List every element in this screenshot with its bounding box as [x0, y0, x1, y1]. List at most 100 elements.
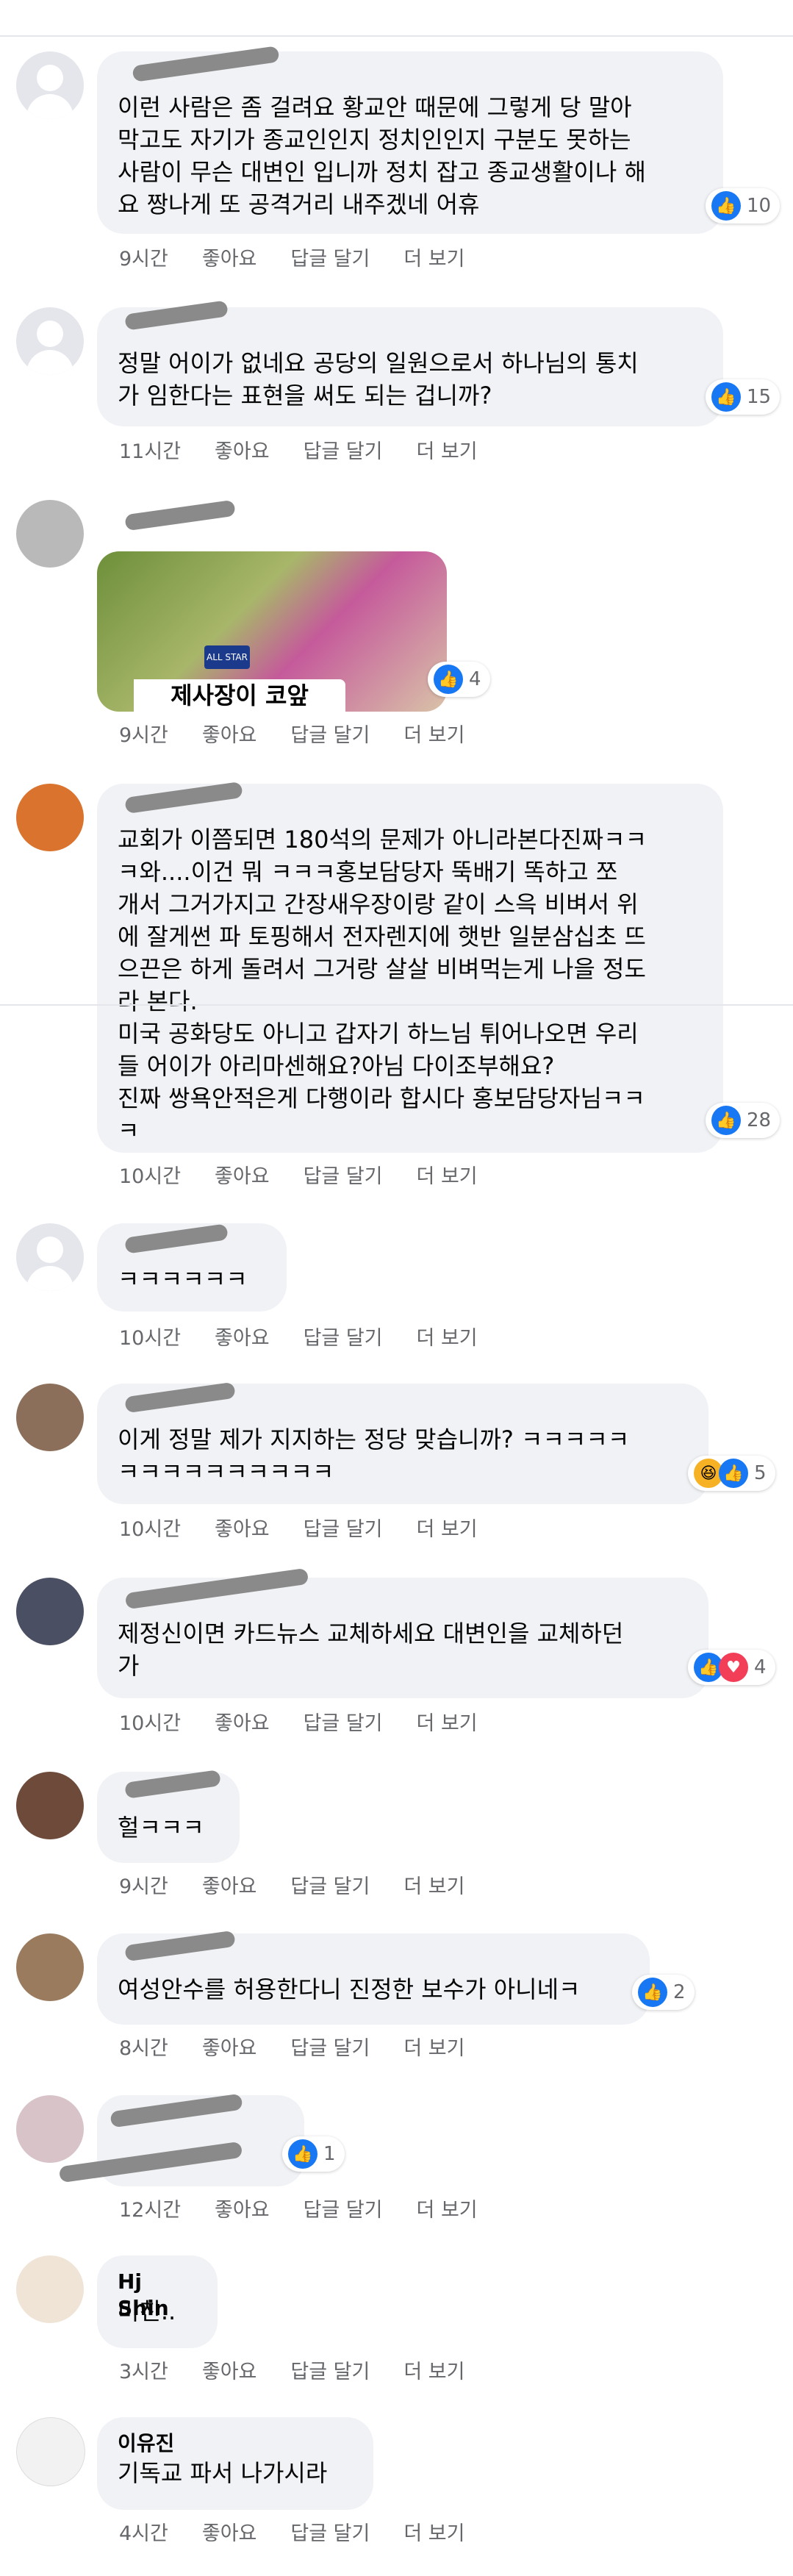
comment-actions: 12시간 좋아요 답글 달기 더 보기 [119, 2194, 478, 2222]
like-icon: 👍 [711, 382, 741, 412]
avatar[interactable] [16, 2095, 84, 2163]
comment-time: 9시간 [119, 724, 168, 747]
reply-button[interactable]: 답글 달기 [290, 2517, 370, 2546]
like-button[interactable]: 좋아요 [202, 2517, 257, 2546]
comment-time: 9시간 [119, 1875, 168, 1898]
like-button[interactable]: 좋아요 [202, 1870, 257, 1899]
comment-actions: 9시간 좋아요 답글 달기 더 보기 [119, 1870, 464, 1899]
more-button[interactable]: 더 보기 [403, 2355, 464, 2384]
avatar[interactable] [16, 1933, 84, 2001]
avatar[interactable] [16, 51, 84, 119]
reaction-badge[interactable]: 👍 28 [706, 1103, 781, 1138]
image-caption: 제사장이 코앞 [134, 679, 345, 712]
comment-actions: 10시간 좋아요 답글 달기 더 보기 [119, 1513, 478, 1542]
reply-button[interactable]: 답글 달기 [290, 2355, 370, 2384]
like-button[interactable]: 좋아요 [202, 243, 257, 271]
comment-actions: 10시간 좋아요 답글 달기 더 보기 [119, 1707, 478, 1736]
comment-time: 10시간 [119, 1518, 182, 1541]
comment-image[interactable]: ALL STAR 제사장이 코앞 [97, 551, 447, 712]
comment-author[interactable] [118, 321, 703, 347]
more-button[interactable]: 더 보기 [417, 435, 478, 464]
reply-button[interactable]: 답글 달기 [304, 1160, 383, 1189]
comment-bubble: 이런 사람은 좀 걸려요 황교안 때문에 그렇게 당 말아 막고도 자기가 종교… [97, 51, 723, 234]
comment-time: 11시간 [119, 440, 182, 463]
divider [0, 1004, 793, 1006]
like-button[interactable]: 좋아요 [202, 2032, 257, 2061]
comment-bubble: 정말 어이가 없네요 공당의 일원으로서 하나님의 통치 가 임한다는 표현을 … [97, 307, 723, 426]
reaction-badge[interactable]: 😆 👍 5 [688, 1456, 775, 1491]
comment-author[interactable]: 이유진 [118, 2430, 353, 2457]
reply-button[interactable]: 답글 달기 [290, 243, 370, 271]
comment-actions: 3시간 좋아요 답글 달기 더 보기 [119, 2355, 464, 2384]
reply-button[interactable]: 답글 달기 [304, 2194, 383, 2222]
comment-text: 이게 정말 제가 지지하는 정당 맞습니까? ㅋㅋㅋㅋㅋ ㅋㅋㅋㅋㅋㅋㅋㅋㅋㅋ [118, 1425, 630, 1486]
comment-text: 이런 사람은 좀 걸려요 황교안 때문에 그렇게 당 말아 막고도 자기가 종교… [118, 93, 646, 218]
avatar[interactable] [16, 784, 84, 851]
avatar[interactable] [16, 2417, 85, 2486]
reaction-badge[interactable]: 👍 2 [632, 1975, 695, 2010]
like-button[interactable]: 좋아요 [215, 1707, 270, 1736]
more-button[interactable]: 더 보기 [417, 1160, 478, 1189]
comment-time: 8시간 [119, 2037, 168, 2060]
reaction-badge[interactable]: 👍 ♥ 4 [688, 1650, 775, 1685]
comment-actions: 9시간 좋아요 답글 달기 더 보기 [119, 719, 464, 748]
like-button[interactable]: 좋아요 [215, 2194, 270, 2222]
reaction-badge[interactable]: 👍 15 [706, 379, 781, 415]
comment-text: 헐ㅋㅋㅋ [118, 1814, 204, 1842]
avatar[interactable] [16, 1772, 84, 1839]
avatar[interactable] [16, 500, 84, 568]
more-button[interactable]: 더 보기 [403, 243, 464, 271]
reaction-badge[interactable]: 👍 4 [428, 662, 490, 697]
like-button[interactable]: 좋아요 [215, 435, 270, 464]
like-button[interactable]: 좋아요 [215, 1322, 270, 1350]
comment-text: 정말 어이가 없네요 공당의 일원으로서 하나님의 통치 가 임한다는 표현을 … [118, 349, 639, 409]
more-button[interactable]: 더 보기 [403, 1870, 464, 1899]
reply-button[interactable]: 답글 달기 [290, 719, 370, 748]
comment-actions: 9시간 좋아요 답글 달기 더 보기 [119, 243, 464, 271]
reply-button[interactable]: 답글 달기 [304, 1707, 383, 1736]
comment-time: 4시간 [119, 2522, 168, 2545]
reply-button[interactable]: 답글 달기 [304, 1513, 383, 1542]
comment-text: 교회가 이쯤되면 180석의 문제가 아니라본다진짜ㅋㅋ ㅋ와....이건 뭐 … [118, 826, 647, 1145]
comment-text: 여성안수를 허용한다니 진정한 보수가 아니네ㅋ [118, 1975, 581, 2003]
comment-text: 미친.. [118, 2297, 176, 2325]
love-icon: ♥ [719, 1653, 748, 1682]
like-button[interactable]: 좋아요 [215, 1513, 270, 1542]
comment-author[interactable]: Hj Shin [118, 2269, 197, 2320]
reply-button[interactable]: 답글 달기 [290, 2032, 370, 2061]
avatar[interactable] [16, 1578, 84, 1645]
reply-button[interactable]: 답글 달기 [290, 1870, 370, 1899]
reaction-badge[interactable]: 👍 1 [282, 2136, 345, 2172]
like-icon: 👍 [711, 1106, 741, 1135]
avatar[interactable] [16, 2255, 84, 2323]
comment-time: 3시간 [119, 2361, 168, 2383]
more-button[interactable]: 더 보기 [417, 1707, 478, 1736]
like-icon: 👍 [288, 2139, 317, 2169]
image-badge: ALL STAR [204, 645, 250, 669]
more-button[interactable]: 더 보기 [403, 2517, 464, 2546]
comment-actions: 10시간 좋아요 답글 달기 더 보기 [119, 1322, 478, 1350]
reply-button[interactable]: 답글 달기 [304, 1322, 383, 1350]
more-button[interactable]: 더 보기 [403, 2032, 464, 2061]
comment-time: 10시간 [119, 1327, 182, 1350]
avatar[interactable] [16, 1384, 84, 1451]
like-button[interactable]: 좋아요 [215, 1160, 270, 1189]
comment-time: 12시간 [119, 2199, 182, 2222]
comment-time: 10시간 [119, 1165, 182, 1188]
more-button[interactable]: 더 보기 [403, 719, 464, 748]
comment-time: 10시간 [119, 1712, 182, 1735]
like-button[interactable]: 좋아요 [202, 719, 257, 748]
more-button[interactable]: 더 보기 [417, 1513, 478, 1542]
comment-text: 제정신이면 카드뉴스 교체하세요 대변인을 교체하던 가 [118, 1620, 624, 1680]
more-button[interactable]: 더 보기 [417, 2194, 478, 2222]
avatar[interactable] [16, 1223, 84, 1291]
comment-bubble: 교회가 이쯤되면 180석의 문제가 아니라본다진짜ㅋㅋ ㅋ와....이건 뭐 … [97, 784, 723, 1153]
reply-button[interactable]: 답글 달기 [304, 435, 383, 464]
comment-bubble: Hj Shin 미친.. [97, 2255, 218, 2348]
like-button[interactable]: 좋아요 [202, 2355, 257, 2384]
more-button[interactable]: 더 보기 [417, 1322, 478, 1350]
like-icon: 👍 [638, 1978, 667, 2007]
reaction-badge[interactable]: 👍 10 [706, 188, 781, 223]
comment-actions: 10시간 좋아요 답글 달기 더 보기 [119, 1160, 478, 1189]
avatar[interactable] [16, 307, 84, 375]
